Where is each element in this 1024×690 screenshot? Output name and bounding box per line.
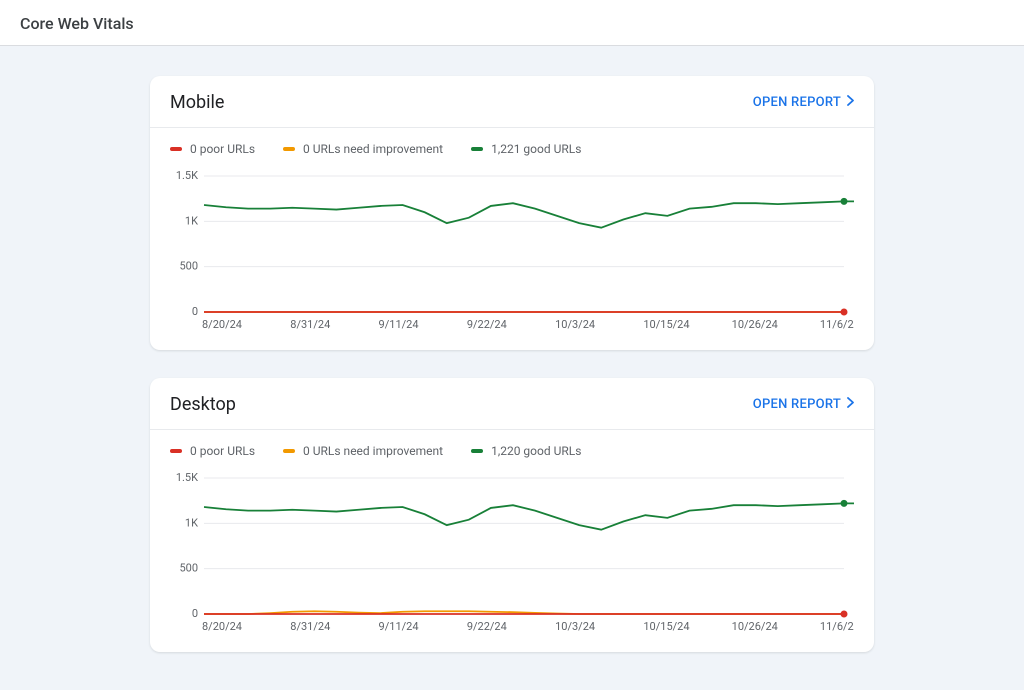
card-head-desktop: Desktop OPEN REPORT <box>150 378 874 430</box>
legend-desktop: 0 poor URLs 0 URLs need improvement 1,22… <box>150 430 874 464</box>
card-title-desktop: Desktop <box>170 394 236 415</box>
svg-text:11/6/24: 11/6/24 <box>820 620 854 633</box>
swatch-improve-icon <box>283 147 295 151</box>
legend-good-label: 1,221 good URLs <box>491 142 581 156</box>
svg-text:9/11/24: 9/11/24 <box>379 620 419 633</box>
legend-mobile: 0 poor URLs 0 URLs need improvement 1,22… <box>150 128 874 162</box>
swatch-poor-icon <box>170 147 182 151</box>
chart-wrap-mobile: 0 500 1K 1.5K 8/20/24 8/31/24 9/11/24 9/22/24 10… <box>150 162 874 350</box>
content-area: Mobile OPEN REPORT 0 poor URLs 0 URLs ne… <box>0 46 1024 682</box>
svg-text:10/15/24: 10/15/24 <box>643 620 689 633</box>
chevron-right-icon <box>847 95 854 110</box>
svg-text:9/22/24: 9/22/24 <box>467 318 507 331</box>
svg-text:0: 0 <box>192 607 198 620</box>
swatch-poor-icon <box>170 449 182 453</box>
svg-text:11/6/24: 11/6/24 <box>820 318 854 331</box>
chart-desktop[interactable]: 0 500 1K 1.5K 8/20/24 8/31/24 9/11/24 9/22/24 10… <box>170 470 854 634</box>
svg-text:9/11/24: 9/11/24 <box>379 318 419 331</box>
legend-poor-label: 0 poor URLs <box>190 142 255 156</box>
svg-text:10/26/24: 10/26/24 <box>732 620 778 633</box>
card-head-mobile: Mobile OPEN REPORT <box>150 76 874 128</box>
swatch-good-icon <box>471 449 483 453</box>
legend-improve-label: 0 URLs need improvement <box>303 142 443 156</box>
svg-text:9/22/24: 9/22/24 <box>467 620 507 633</box>
svg-text:8/20/24: 8/20/24 <box>202 318 242 331</box>
legend-improve-label: 0 URLs need improvement <box>303 444 443 458</box>
svg-text:8/31/24: 8/31/24 <box>290 318 330 331</box>
svg-text:8/31/24: 8/31/24 <box>290 620 330 633</box>
open-report-label: OPEN REPORT <box>753 397 841 412</box>
legend-item-poor: 0 poor URLs <box>170 444 255 458</box>
page-header: Core Web Vitals <box>0 0 1024 46</box>
svg-text:10/26/24: 10/26/24 <box>732 318 778 331</box>
svg-text:1K: 1K <box>185 516 198 529</box>
swatch-improve-icon <box>283 449 295 453</box>
svg-text:500: 500 <box>179 562 198 575</box>
swatch-good-icon <box>471 147 483 151</box>
svg-text:1K: 1K <box>185 214 198 227</box>
svg-text:8/20/24: 8/20/24 <box>202 620 242 633</box>
svg-text:1.5K: 1.5K <box>176 169 198 182</box>
open-report-desktop-button[interactable]: OPEN REPORT <box>753 397 854 412</box>
card-title-mobile: Mobile <box>170 92 224 113</box>
open-report-label: OPEN REPORT <box>753 95 841 110</box>
page-title: Core Web Vitals <box>20 14 1004 33</box>
legend-poor-label: 0 poor URLs <box>190 444 255 458</box>
legend-item-poor: 0 poor URLs <box>170 142 255 156</box>
card-mobile: Mobile OPEN REPORT 0 poor URLs 0 URLs ne… <box>150 76 874 350</box>
legend-good-label: 1,220 good URLs <box>491 444 581 458</box>
open-report-mobile-button[interactable]: OPEN REPORT <box>753 95 854 110</box>
legend-item-good: 1,220 good URLs <box>471 444 581 458</box>
svg-text:10/15/24: 10/15/24 <box>643 318 689 331</box>
chart-wrap-desktop: 0 500 1K 1.5K 8/20/24 8/31/24 9/11/24 9/22/24 10… <box>150 464 874 652</box>
legend-item-good: 1,221 good URLs <box>471 142 581 156</box>
svg-text:10/3/24: 10/3/24 <box>555 620 595 633</box>
legend-item-improve: 0 URLs need improvement <box>283 444 443 458</box>
svg-text:0: 0 <box>192 305 198 318</box>
chevron-right-icon <box>847 397 854 412</box>
svg-text:10/3/24: 10/3/24 <box>555 318 595 331</box>
svg-text:500: 500 <box>179 260 198 273</box>
svg-text:1.5K: 1.5K <box>176 471 198 484</box>
card-desktop: Desktop OPEN REPORT 0 poor URLs 0 URLs n… <box>150 378 874 652</box>
legend-item-improve: 0 URLs need improvement <box>283 142 443 156</box>
chart-mobile[interactable]: 0 500 1K 1.5K 8/20/24 8/31/24 9/11/24 9/22/24 10… <box>170 168 854 332</box>
